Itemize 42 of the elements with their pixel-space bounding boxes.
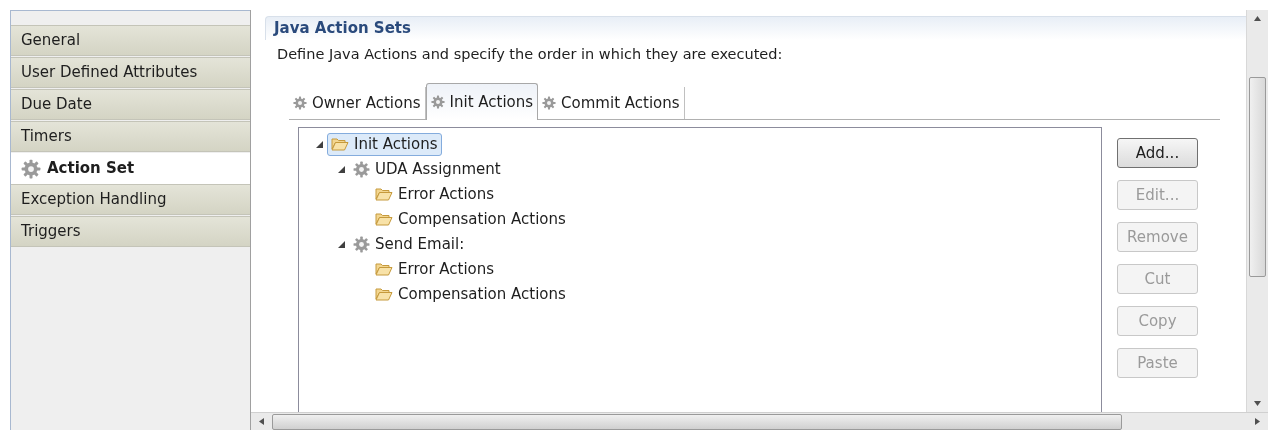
tab[interactable]: Owner Actions — [289, 86, 426, 119]
folder-icon — [375, 287, 393, 302]
gear-icon — [353, 160, 370, 178]
folder-icon — [375, 212, 393, 227]
scrollbar-thumb[interactable] — [272, 413, 1122, 430]
expanded-arrow-icon[interactable] — [337, 240, 345, 248]
section-header: Java Action Sets — [265, 16, 1246, 40]
tree-item[interactable]: Compensation Actions — [371, 207, 570, 231]
gear-icon — [293, 95, 307, 110]
sidebar-item[interactable]: General — [11, 25, 250, 56]
horizontal-scrollbar[interactable] — [251, 412, 1268, 430]
sidebar-item[interactable]: Due Date — [11, 89, 250, 120]
scroll-left-arrow-icon[interactable] — [259, 418, 264, 425]
scroll-right-arrow-icon[interactable] — [1255, 418, 1260, 425]
gear-icon — [353, 235, 370, 253]
folder-icon — [375, 187, 393, 202]
tree-item[interactable]: Compensation Actions — [371, 282, 570, 306]
tree-item[interactable]: UDA Assignment — [349, 157, 505, 181]
tab[interactable]: Commit Actions — [538, 86, 685, 119]
sidebar-item[interactable]: Triggers — [11, 216, 250, 247]
tree-item[interactable]: Send Email: — [349, 232, 469, 256]
expanded-arrow-icon[interactable] — [315, 140, 323, 148]
expanded-arrow-icon[interactable] — [337, 165, 345, 173]
sidebar-item[interactable]: User Defined Attributes — [11, 57, 250, 88]
tree-item[interactable]: Error Actions — [371, 257, 499, 281]
tree-item[interactable]: Error Actions — [371, 182, 499, 206]
folder-icon — [375, 262, 393, 277]
gear-icon — [430, 94, 445, 109]
scroll-down-arrow-icon[interactable] — [1254, 401, 1261, 406]
gear-icon — [21, 158, 41, 179]
sidebar-item[interactable]: Exception Handling — [11, 184, 250, 215]
vertical-scrollbar[interactable] — [1246, 10, 1268, 412]
sidebar-item[interactable]: Action Set — [11, 153, 250, 184]
gear-icon — [542, 95, 557, 110]
tab[interactable]: Init Actions — [425, 82, 539, 120]
sidebar-item[interactable]: Timers — [11, 121, 250, 152]
folder-icon — [331, 137, 349, 152]
section-description: Define Java Actions and specify the order in which they are executed: — [276, 45, 784, 64]
scrollbar-thumb[interactable] — [1249, 77, 1266, 277]
action-button[interactable]: Add... — [1117, 137, 1198, 168]
scroll-up-arrow-icon[interactable] — [1254, 16, 1261, 21]
tree-item[interactable]: Init Actions — [327, 132, 442, 156]
